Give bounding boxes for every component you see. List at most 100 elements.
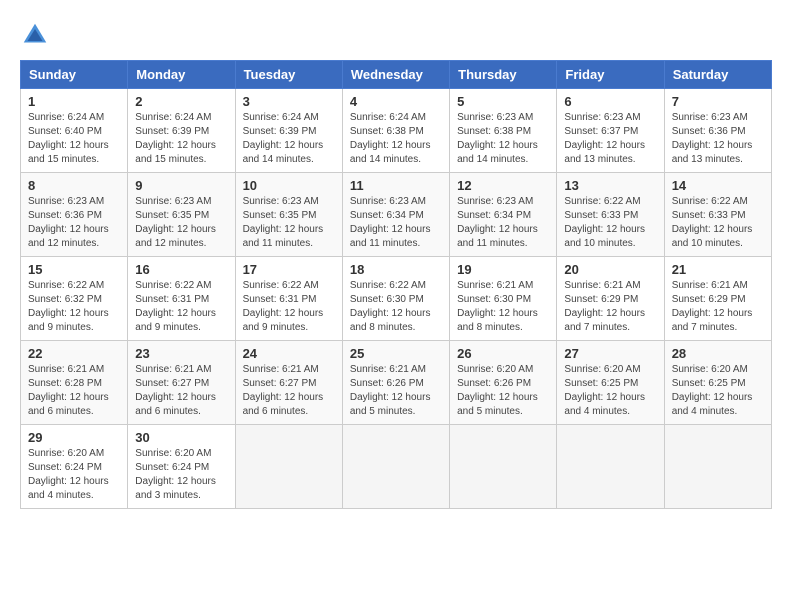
day-info: Sunrise: 6:22 AMSunset: 6:30 PMDaylight:…	[350, 279, 442, 335]
day-number: 2	[135, 94, 227, 109]
day-info: Sunrise: 6:20 AMSunset: 6:25 PMDaylight:…	[672, 363, 764, 419]
calendar-cell	[342, 425, 449, 509]
day-info: Sunrise: 6:23 AMSunset: 6:36 PMDaylight:…	[672, 111, 764, 167]
day-number: 17	[243, 262, 335, 277]
calendar-cell: 3 Sunrise: 6:24 AMSunset: 6:39 PMDaylight…	[235, 89, 342, 173]
calendar-table: SundayMondayTuesdayWednesdayThursdayFrid…	[20, 60, 772, 509]
calendar-cell: 14 Sunrise: 6:22 AMSunset: 6:33 PMDayligh…	[664, 173, 771, 257]
day-info: Sunrise: 6:22 AMSunset: 6:31 PMDaylight:…	[135, 279, 227, 335]
day-number: 15	[28, 262, 120, 277]
calendar-cell: 30 Sunrise: 6:20 AMSunset: 6:24 PMDayligh…	[128, 425, 235, 509]
day-number: 24	[243, 346, 335, 361]
calendar-cell: 1 Sunrise: 6:24 AMSunset: 6:40 PMDaylight…	[21, 89, 128, 173]
day-info: Sunrise: 6:21 AMSunset: 6:27 PMDaylight:…	[135, 363, 227, 419]
calendar-cell	[235, 425, 342, 509]
page-header	[20, 20, 772, 50]
day-info: Sunrise: 6:22 AMSunset: 6:31 PMDaylight:…	[243, 279, 335, 335]
day-number: 22	[28, 346, 120, 361]
day-info: Sunrise: 6:21 AMSunset: 6:27 PMDaylight:…	[243, 363, 335, 419]
day-info: Sunrise: 6:21 AMSunset: 6:30 PMDaylight:…	[457, 279, 549, 335]
calendar-cell: 28 Sunrise: 6:20 AMSunset: 6:25 PMDayligh…	[664, 341, 771, 425]
calendar-cell: 19 Sunrise: 6:21 AMSunset: 6:30 PMDayligh…	[450, 257, 557, 341]
calendar-cell: 13Sunrise: 6:22 AMSunset: 6:33 PMDayligh…	[557, 173, 664, 257]
weekday-header-sunday: Sunday	[21, 61, 128, 89]
weekday-header-saturday: Saturday	[664, 61, 771, 89]
calendar-cell: 2 Sunrise: 6:24 AMSunset: 6:39 PMDaylight…	[128, 89, 235, 173]
calendar-cell: 24 Sunrise: 6:21 AMSunset: 6:27 PMDayligh…	[235, 341, 342, 425]
day-info: Sunrise: 6:24 AMSunset: 6:39 PMDaylight:…	[243, 111, 335, 167]
day-number: 14	[672, 178, 764, 193]
day-info: Sunrise: 6:20 AMSunset: 6:24 PMDaylight:…	[135, 447, 227, 503]
day-number: 6	[564, 94, 656, 109]
day-info: Sunrise: 6:20 AMSunset: 6:25 PMDaylight:…	[564, 363, 656, 419]
day-number: 30	[135, 430, 227, 445]
day-number: 19	[457, 262, 549, 277]
day-number: 29	[28, 430, 120, 445]
calendar-cell: 12Sunrise: 6:23 AMSunset: 6:34 PMDayligh…	[450, 173, 557, 257]
day-info: Sunrise: 6:21 AMSunset: 6:26 PMDaylight:…	[350, 363, 442, 419]
day-number: 16	[135, 262, 227, 277]
day-info: Sunrise: 6:20 AMSunset: 6:24 PMDaylight:…	[28, 447, 120, 503]
calendar-cell: 15 Sunrise: 6:22 AMSunset: 6:32 PMDayligh…	[21, 257, 128, 341]
day-number: 28	[672, 346, 764, 361]
day-info: Sunrise: 6:24 AMSunset: 6:40 PMDaylight:…	[28, 111, 120, 167]
day-number: 3	[243, 94, 335, 109]
calendar-cell: 9Sunrise: 6:23 AMSunset: 6:35 PMDaylight…	[128, 173, 235, 257]
calendar-header-row: SundayMondayTuesdayWednesdayThursdayFrid…	[21, 61, 772, 89]
logo	[20, 20, 54, 50]
day-info: Sunrise: 6:22 AMSunset: 6:33 PMDaylight:…	[564, 195, 656, 251]
day-number: 9	[135, 178, 227, 193]
logo-icon	[20, 20, 50, 50]
day-number: 1	[28, 94, 120, 109]
day-info: Sunrise: 6:23 AMSunset: 6:37 PMDaylight:…	[564, 111, 656, 167]
day-info: Sunrise: 6:24 AMSunset: 6:39 PMDaylight:…	[135, 111, 227, 167]
day-number: 7	[672, 94, 764, 109]
day-info: Sunrise: 6:21 AMSunset: 6:29 PMDaylight:…	[564, 279, 656, 335]
calendar-cell: 25 Sunrise: 6:21 AMSunset: 6:26 PMDayligh…	[342, 341, 449, 425]
calendar-week-1: 1 Sunrise: 6:24 AMSunset: 6:40 PMDaylight…	[21, 89, 772, 173]
calendar-cell: 20 Sunrise: 6:21 AMSunset: 6:29 PMDayligh…	[557, 257, 664, 341]
day-number: 26	[457, 346, 549, 361]
day-number: 25	[350, 346, 442, 361]
calendar-week-5: 29 Sunrise: 6:20 AMSunset: 6:24 PMDayligh…	[21, 425, 772, 509]
calendar-cell: 18 Sunrise: 6:22 AMSunset: 6:30 PMDayligh…	[342, 257, 449, 341]
day-info: Sunrise: 6:23 AMSunset: 6:36 PMDaylight:…	[28, 195, 120, 251]
day-number: 4	[350, 94, 442, 109]
calendar-cell	[664, 425, 771, 509]
day-info: Sunrise: 6:22 AMSunset: 6:32 PMDaylight:…	[28, 279, 120, 335]
day-number: 5	[457, 94, 549, 109]
calendar-cell: 27 Sunrise: 6:20 AMSunset: 6:25 PMDayligh…	[557, 341, 664, 425]
day-number: 21	[672, 262, 764, 277]
day-number: 8	[28, 178, 120, 193]
day-info: Sunrise: 6:23 AMSunset: 6:34 PMDaylight:…	[350, 195, 442, 251]
weekday-header-friday: Friday	[557, 61, 664, 89]
calendar-cell: 4Sunrise: 6:24 AMSunset: 6:38 PMDaylight…	[342, 89, 449, 173]
weekday-header-tuesday: Tuesday	[235, 61, 342, 89]
calendar-cell: 11 Sunrise: 6:23 AMSunset: 6:34 PMDayligh…	[342, 173, 449, 257]
calendar-cell: 29 Sunrise: 6:20 AMSunset: 6:24 PMDayligh…	[21, 425, 128, 509]
day-number: 11	[350, 178, 442, 193]
calendar-cell	[450, 425, 557, 509]
calendar-cell: 21 Sunrise: 6:21 AMSunset: 6:29 PMDayligh…	[664, 257, 771, 341]
calendar-cell: 8 Sunrise: 6:23 AMSunset: 6:36 PMDaylight…	[21, 173, 128, 257]
day-info: Sunrise: 6:23 AMSunset: 6:38 PMDaylight:…	[457, 111, 549, 167]
day-number: 23	[135, 346, 227, 361]
calendar-cell: 10Sunrise: 6:23 AMSunset: 6:35 PMDayligh…	[235, 173, 342, 257]
day-number: 27	[564, 346, 656, 361]
day-number: 18	[350, 262, 442, 277]
calendar-week-3: 15 Sunrise: 6:22 AMSunset: 6:32 PMDayligh…	[21, 257, 772, 341]
calendar-cell: 26Sunrise: 6:20 AMSunset: 6:26 PMDayligh…	[450, 341, 557, 425]
day-number: 10	[243, 178, 335, 193]
calendar-week-4: 22Sunrise: 6:21 AMSunset: 6:28 PMDayligh…	[21, 341, 772, 425]
calendar-cell: 16 Sunrise: 6:22 AMSunset: 6:31 PMDayligh…	[128, 257, 235, 341]
calendar-cell: 5 Sunrise: 6:23 AMSunset: 6:38 PMDaylight…	[450, 89, 557, 173]
day-info: Sunrise: 6:22 AMSunset: 6:33 PMDaylight:…	[672, 195, 764, 251]
day-number: 20	[564, 262, 656, 277]
weekday-header-wednesday: Wednesday	[342, 61, 449, 89]
weekday-header-thursday: Thursday	[450, 61, 557, 89]
calendar-cell: 17 Sunrise: 6:22 AMSunset: 6:31 PMDayligh…	[235, 257, 342, 341]
weekday-header-monday: Monday	[128, 61, 235, 89]
calendar-cell: 22Sunrise: 6:21 AMSunset: 6:28 PMDayligh…	[21, 341, 128, 425]
day-info: Sunrise: 6:21 AMSunset: 6:29 PMDaylight:…	[672, 279, 764, 335]
calendar-week-2: 8 Sunrise: 6:23 AMSunset: 6:36 PMDaylight…	[21, 173, 772, 257]
